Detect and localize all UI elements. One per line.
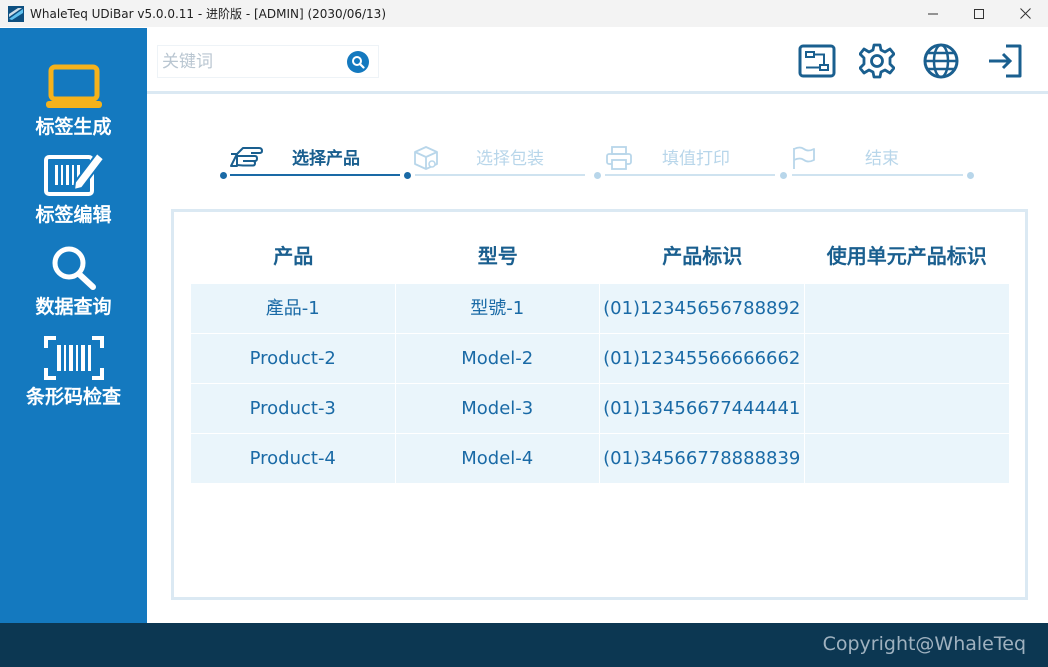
language-button[interactable] bbox=[921, 42, 961, 80]
table-cell: Product-2 bbox=[191, 334, 396, 383]
main-content: 选择产品 选择包装 填值打印 结束 产品 型号 产品标识 bbox=[147, 28, 1048, 623]
logout-icon bbox=[989, 44, 1022, 78]
step-label: 填值打印 bbox=[662, 149, 730, 169]
step-label: 结束 bbox=[865, 149, 899, 169]
workflow-button[interactable] bbox=[797, 42, 837, 80]
sidebar-item-barcode-check[interactable]: 条形码检查 bbox=[0, 336, 147, 409]
maximize-button[interactable] bbox=[956, 0, 1002, 27]
flag-icon bbox=[793, 146, 815, 169]
step-label: 选择产品 bbox=[292, 149, 360, 169]
column-header-product: 产品 bbox=[273, 244, 314, 268]
step-progress-line bbox=[792, 174, 963, 176]
sidebar-item-label: 标签生成 bbox=[35, 116, 112, 138]
product-table-panel: 产品 型号 产品标识 使用单元产品标识 產品-1 型號-1 (01)123456… bbox=[171, 209, 1028, 600]
table-cell: Model-2 bbox=[396, 334, 600, 383]
table-cell: Model-4 bbox=[396, 434, 600, 483]
table-cell: Product-4 bbox=[191, 434, 396, 483]
window-title: WhaleTeq UDiBar v5.0.0.11 - 进阶版 - [ADMIN… bbox=[30, 7, 386, 21]
column-header-unit-id: 使用单元产品标识 bbox=[826, 244, 987, 268]
package-icon bbox=[414, 146, 438, 170]
printer-icon bbox=[606, 146, 632, 170]
globe-icon bbox=[923, 43, 959, 79]
table-cell bbox=[805, 384, 1010, 433]
table-row[interactable]: Product-2 Model-2 (01)12345566666662 bbox=[191, 334, 1009, 384]
laptop-icon bbox=[45, 64, 102, 108]
step-label: 选择包装 bbox=[476, 149, 544, 169]
sidebar-item-label-edit[interactable]: 标签编辑 bbox=[0, 148, 147, 227]
column-header-model: 型号 bbox=[477, 244, 518, 268]
table-cell: (01)13456677444441 bbox=[600, 384, 805, 433]
table-row[interactable]: 產品-1 型號-1 (01)12345656788892 bbox=[191, 284, 1009, 334]
step-dot bbox=[780, 172, 787, 179]
table-cell bbox=[805, 434, 1010, 483]
table-row[interactable]: Product-4 Model-4 (01)34566778888839 bbox=[191, 434, 1009, 484]
close-icon bbox=[1019, 8, 1031, 19]
step-dot bbox=[220, 172, 227, 179]
maximize-icon bbox=[974, 8, 984, 19]
workflow-icon bbox=[798, 44, 836, 78]
step-progress-line bbox=[605, 174, 775, 176]
step-dot bbox=[967, 172, 974, 179]
barcode-edit-icon bbox=[43, 151, 105, 196]
search-box bbox=[157, 45, 379, 78]
settings-button[interactable] bbox=[857, 42, 897, 80]
sidebar-item-data-query[interactable]: 数据查询 bbox=[0, 244, 147, 319]
top-toolbar bbox=[147, 28, 1048, 94]
table-body: 產品-1 型號-1 (01)12345656788892 Product-2 M… bbox=[191, 284, 1009, 484]
footer: Copyright@WhaleTeq bbox=[0, 623, 1048, 667]
search-input[interactable] bbox=[162, 48, 342, 76]
table-cell bbox=[805, 334, 1010, 383]
app-logo-icon bbox=[8, 5, 24, 22]
step-progress-line bbox=[230, 174, 400, 176]
close-button[interactable] bbox=[1002, 0, 1048, 27]
search-button[interactable] bbox=[347, 51, 369, 73]
search-icon bbox=[352, 56, 365, 69]
table-cell: Product-3 bbox=[191, 384, 396, 433]
table-cell: (01)12345656788892 bbox=[600, 284, 805, 333]
sidebar-item-label: 数据查询 bbox=[35, 296, 112, 318]
step-dot bbox=[594, 172, 601, 179]
table-cell: Model-3 bbox=[396, 384, 600, 433]
search-icon bbox=[52, 246, 96, 290]
sidebar-item-label: 标签编辑 bbox=[35, 204, 112, 226]
table-cell: (01)12345566666662 bbox=[600, 334, 805, 383]
minimize-button[interactable] bbox=[910, 0, 956, 27]
barcode-scan-icon bbox=[43, 336, 104, 380]
title-bar: WhaleTeq UDiBar v5.0.0.11 - 进阶版 - [ADMIN… bbox=[0, 0, 1048, 27]
logout-button[interactable] bbox=[985, 42, 1025, 80]
sidebar-item-label: 条形码检查 bbox=[25, 386, 121, 408]
table-cell bbox=[805, 284, 1010, 333]
table-cell: (01)34566778888839 bbox=[600, 434, 805, 483]
gear-icon bbox=[859, 43, 895, 79]
step-dot bbox=[404, 172, 411, 179]
step-progress-line bbox=[415, 174, 585, 176]
sidebar-item-label-generate[interactable]: 标签生成 bbox=[0, 64, 147, 139]
sidebar: 标签生成 标签编辑 数据查询 条形码检查 bbox=[0, 28, 147, 623]
minimize-icon bbox=[928, 13, 938, 14]
table-row[interactable]: Product-3 Model-3 (01)13456677444441 bbox=[191, 384, 1009, 434]
table-cell: 產品-1 bbox=[191, 284, 396, 333]
table-header: 产品 型号 产品标识 使用单元产品标识 bbox=[191, 236, 1009, 276]
pointing-hand-icon bbox=[230, 147, 263, 167]
table-cell: 型號-1 bbox=[396, 284, 600, 333]
column-header-product-id: 产品标识 bbox=[662, 244, 743, 268]
copyright-text: Copyright@WhaleTeq bbox=[822, 633, 1026, 655]
